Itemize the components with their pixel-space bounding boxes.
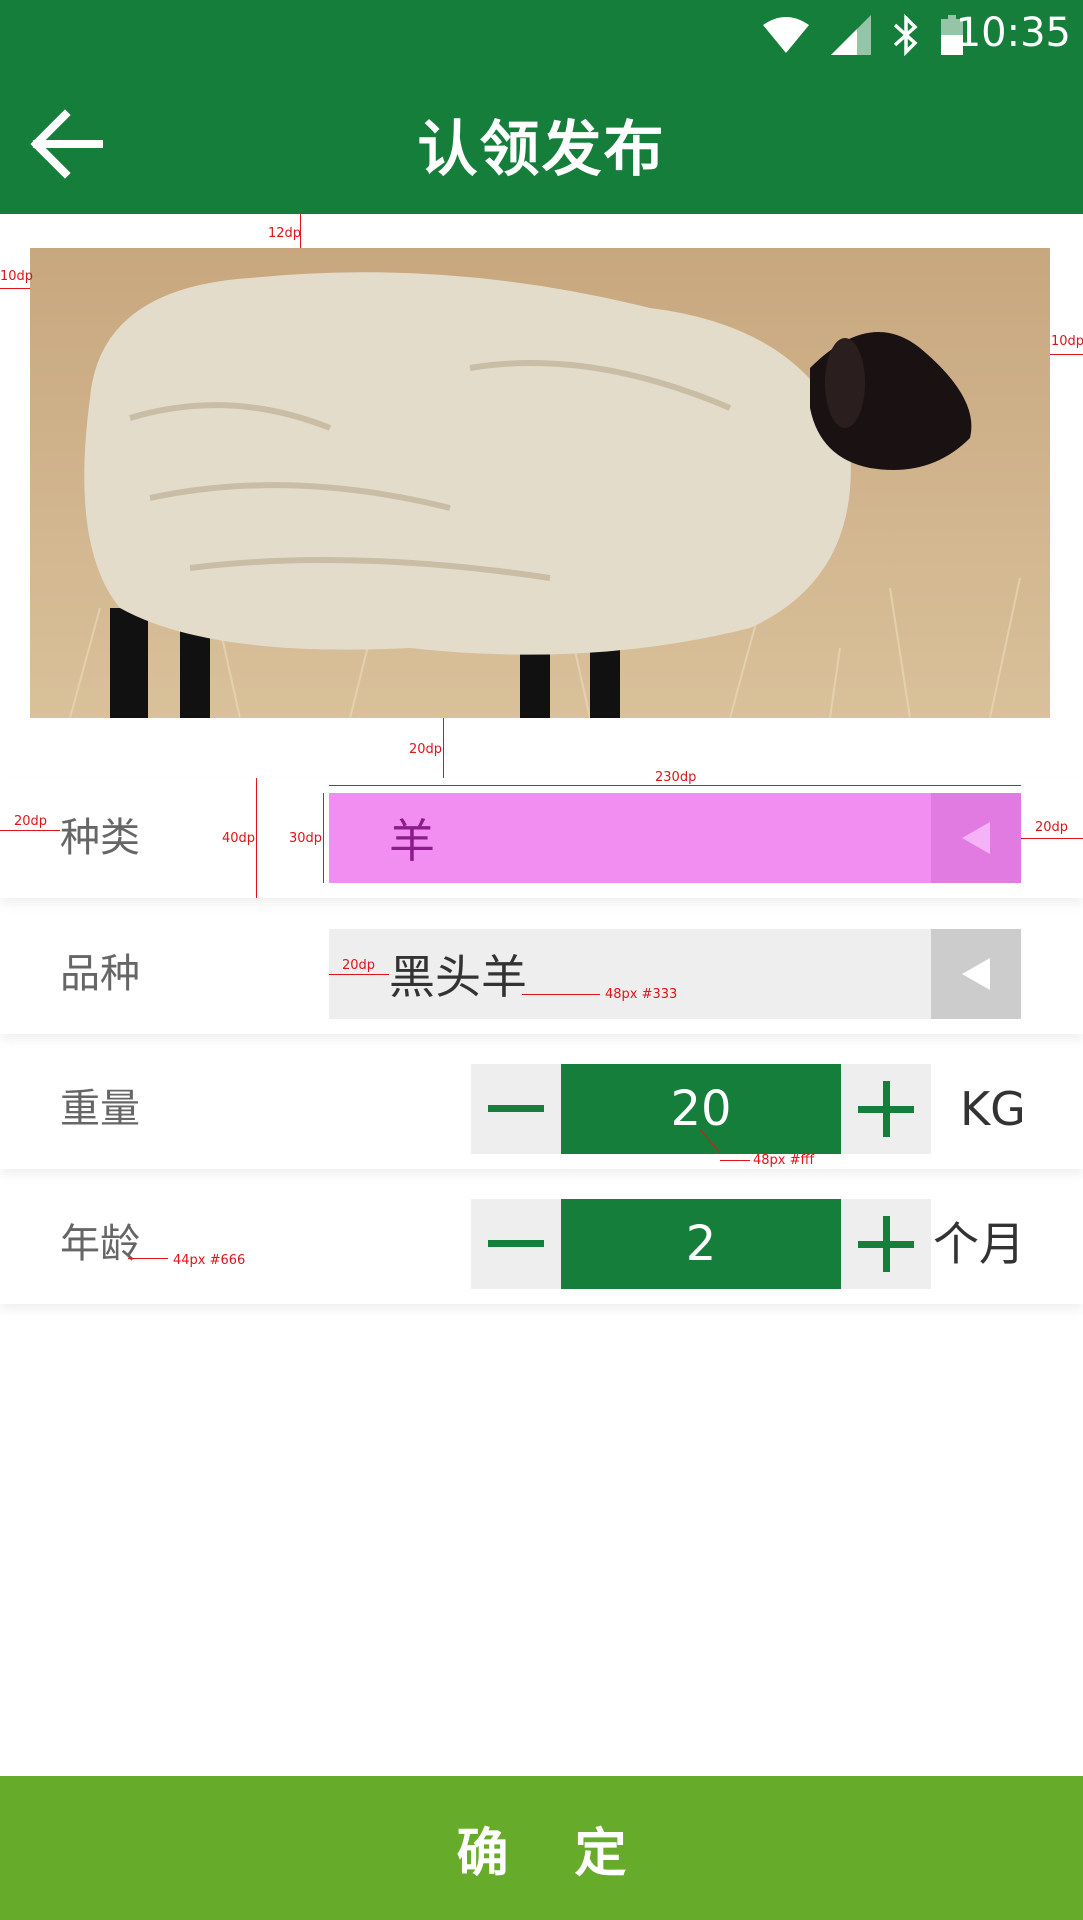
annotation-line	[522, 994, 600, 995]
minus-icon	[488, 1240, 544, 1247]
age-unit: 个月	[933, 1217, 1025, 1271]
weight-decrement-button[interactable]	[471, 1064, 561, 1154]
breed-dropdown-button[interactable]	[931, 929, 1021, 1019]
annotation-row-left: 20dp	[14, 814, 48, 829]
annotation-value-font: 48px #fff	[753, 1153, 815, 1168]
age-label: 年龄	[60, 1221, 140, 1267]
annotation-line	[329, 974, 389, 975]
annotation-line	[323, 793, 324, 883]
weight-unit: KG	[960, 1082, 1026, 1136]
annotation-img-right: 10dp	[1051, 334, 1083, 349]
annotation-line	[329, 785, 1021, 786]
status-icons	[763, 14, 963, 56]
weight-label: 重量	[60, 1086, 140, 1132]
confirm-button[interactable]: 确 定	[0, 1776, 1083, 1920]
minus-icon	[488, 1105, 544, 1112]
age-increment-button[interactable]	[841, 1199, 931, 1289]
annotation-field-height: 30dp	[289, 831, 323, 846]
plus-icon	[858, 1216, 914, 1272]
annotation-line	[1021, 838, 1083, 839]
annotation-img-bottom: 20dp	[409, 742, 443, 757]
weight-increment-button[interactable]	[841, 1064, 931, 1154]
animal-photo	[30, 248, 1050, 718]
age-row: 年龄 2 个月	[0, 1184, 1083, 1304]
annotation-line	[443, 718, 444, 778]
plus-icon	[858, 1081, 914, 1137]
annotation-breed-font: 48px #333	[605, 987, 678, 1002]
triangle-left-icon	[962, 822, 990, 854]
annotation-img-left: 10dp	[0, 269, 34, 284]
bluetooth-icon	[893, 14, 918, 56]
annotation-line	[0, 830, 60, 831]
kind-row: 种类 羊	[0, 778, 1083, 898]
page-title: 认领发布	[417, 114, 666, 185]
status-time: 10:35	[955, 10, 1071, 56]
breed-label: 品种	[60, 951, 140, 997]
wifi-icon	[763, 17, 809, 53]
annotation-line	[1050, 354, 1083, 355]
age-decrement-button[interactable]	[471, 1199, 561, 1289]
kind-label: 种类	[60, 815, 140, 861]
annotation-img-top: 12dp	[268, 226, 302, 241]
annotation-line	[720, 1160, 750, 1161]
breed-row: 品种 黑头羊	[0, 914, 1083, 1034]
annotation-row-right: 20dp	[1035, 820, 1069, 835]
age-stepper: 2	[471, 1199, 931, 1289]
signal-icon	[831, 15, 871, 55]
annotation-label-font: 44px #666	[173, 1253, 246, 1268]
kind-dropdown-button[interactable]	[931, 793, 1021, 883]
breed-select[interactable]: 黑头羊	[329, 929, 1021, 1019]
kind-select[interactable]: 羊	[329, 793, 1021, 883]
weight-row: 重量 20 KG	[0, 1049, 1083, 1169]
annotation-field-width: 230dp	[655, 770, 697, 785]
triangle-left-icon	[962, 958, 990, 990]
annotation-row-height: 40dp	[222, 831, 256, 846]
weight-stepper: 20	[471, 1064, 931, 1154]
annotation-line	[0, 288, 30, 289]
annotation-line	[256, 778, 257, 898]
age-value[interactable]: 2	[561, 1199, 841, 1289]
annotation-line	[128, 1258, 168, 1259]
weight-value[interactable]: 20	[561, 1064, 841, 1154]
annotation-text-padding: 20dp	[342, 958, 376, 973]
kind-value: 羊	[389, 814, 435, 868]
